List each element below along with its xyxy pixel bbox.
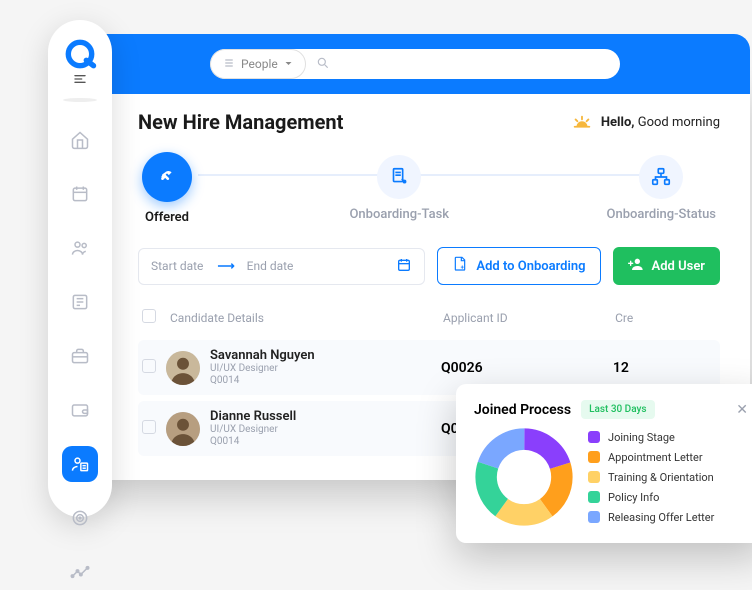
step-onboarding-task[interactable]: Onboarding-Task	[349, 155, 449, 222]
joined-process-widget: Joined Process Last 30 Days ✕ Joining St…	[456, 384, 752, 543]
candidate-avatar	[166, 412, 200, 446]
legend-swatch	[588, 431, 600, 443]
step-label: Onboarding-Task	[349, 207, 449, 222]
candidate-name: Savannah Nguyen	[210, 348, 315, 363]
greeting-text: Good morning	[638, 115, 720, 130]
org-chart-icon	[639, 155, 683, 199]
chart-legend: Joining Stage Appointment Letter Training …	[588, 431, 714, 524]
table-header: Candidate Details Applicant ID Cre	[138, 301, 720, 334]
candidate-avatar	[166, 351, 200, 385]
legend-item: Joining Stage	[588, 431, 714, 444]
arrow-right-icon: ⟶	[217, 259, 232, 273]
document-add-icon: +	[452, 256, 468, 276]
legend-swatch	[588, 451, 600, 463]
list-icon	[223, 57, 235, 72]
legend-label: Appointment Letter	[608, 451, 703, 464]
start-date-label: Start date	[151, 259, 203, 273]
applicant-id: Q0026	[441, 360, 613, 376]
sidebar	[48, 20, 112, 517]
document-icon	[377, 155, 421, 199]
search-scope-label: People	[241, 57, 278, 71]
candidate-role: UI/UX Designer	[210, 363, 315, 375]
add-to-onboarding-button[interactable]: + Add to Onboarding	[437, 247, 600, 285]
col-applicant: Applicant ID	[443, 311, 611, 325]
legend-swatch	[588, 471, 600, 483]
nav-analytics[interactable]	[62, 554, 98, 590]
candidate-code: Q0014	[210, 375, 315, 387]
add-user-button[interactable]: Add User	[613, 247, 720, 285]
legend-swatch	[588, 491, 600, 503]
donut-chart	[474, 427, 574, 527]
legend-label: Releasing Offer Letter	[608, 511, 714, 524]
nav-people[interactable]	[62, 230, 98, 266]
search-pill: People	[210, 49, 620, 79]
app-logo[interactable]	[62, 36, 98, 72]
col-candidate: Candidate Details	[170, 311, 439, 325]
top-bar: People	[90, 34, 750, 94]
nav-target[interactable]	[62, 500, 98, 536]
step-label: Onboarding-Status	[607, 207, 716, 222]
close-icon[interactable]: ✕	[736, 402, 748, 418]
col-created: Cre	[615, 311, 716, 325]
nav-calendar[interactable]	[62, 176, 98, 212]
select-all-checkbox[interactable]	[142, 309, 156, 323]
legend-item: Appointment Letter	[588, 451, 714, 464]
sun-icon	[571, 113, 593, 131]
widget-range-pill[interactable]: Last 30 Days	[581, 400, 655, 419]
menu-icon[interactable]	[70, 74, 90, 84]
handshake-icon	[142, 152, 192, 202]
end-date-label: End date	[247, 259, 294, 273]
button-label: Add to Onboarding	[476, 259, 585, 274]
user-avatar[interactable]	[63, 98, 97, 102]
search-input[interactable]	[306, 55, 620, 74]
chevron-down-icon	[284, 57, 293, 71]
step-offered[interactable]: Offered	[142, 152, 192, 225]
button-label: Add User	[652, 259, 705, 274]
candidate-name: Dianne Russell	[210, 409, 296, 424]
date-range-picker[interactable]: Start date ⟶ End date	[138, 248, 425, 285]
greeting: Hello, Good morning	[571, 113, 720, 131]
legend-item: Releasing Offer Letter	[588, 511, 714, 524]
legend-swatch	[588, 511, 600, 523]
created-date: 12	[613, 360, 716, 376]
row-checkbox[interactable]	[142, 359, 156, 373]
greeting-bold: Hello,	[601, 115, 635, 130]
legend-item: Policy Info	[588, 491, 714, 504]
legend-label: Joining Stage	[608, 431, 675, 444]
stepper: Offered Onboarding-Task Onboarding-Statu…	[138, 152, 720, 225]
nav-hire[interactable]	[62, 446, 98, 482]
nav-briefcase[interactable]	[62, 338, 98, 374]
step-label: Offered	[145, 210, 189, 225]
step-onboarding-status[interactable]: Onboarding-Status	[607, 155, 716, 222]
candidate-code: Q0014	[210, 436, 296, 448]
nav-wallet[interactable]	[62, 392, 98, 428]
page-title: New Hire Management	[138, 110, 343, 134]
widget-title: Joined Process	[474, 402, 571, 418]
legend-item: Training & Orientation	[588, 471, 714, 484]
candidate-role: UI/UX Designer	[210, 424, 296, 436]
search-icon	[316, 55, 330, 74]
legend-label: Policy Info	[608, 491, 659, 504]
search-scope-dropdown[interactable]: People	[210, 49, 306, 79]
user-add-icon	[628, 256, 644, 276]
row-checkbox[interactable]	[142, 420, 156, 434]
nav-org[interactable]	[62, 284, 98, 320]
nav-home[interactable]	[62, 122, 98, 158]
legend-label: Training & Orientation	[608, 471, 714, 484]
calendar-icon	[396, 257, 412, 276]
